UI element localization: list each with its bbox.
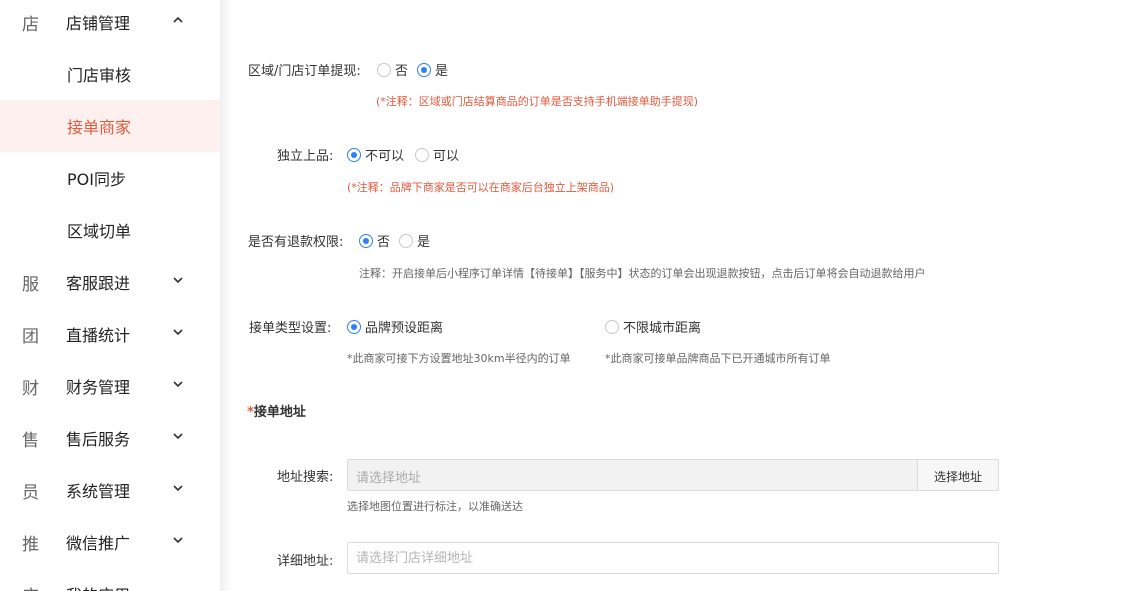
refund-label: 是否有退款权限: (248, 235, 344, 250)
section-title-text: 接单地址 (253, 405, 306, 420)
chevron-down-icon (172, 378, 184, 390)
address-search-input[interactable]: 请选择地址 (347, 459, 918, 491)
promo-icon: 推 (22, 535, 39, 555)
finance-icon: 财 (22, 379, 39, 399)
radio-circle (347, 147, 361, 162)
order-type-note-unlimited: *此商家可接单品牌商品下已开通城市所有订单 (605, 352, 831, 365)
sidebar-item-label: 区域切单 (67, 222, 132, 241)
menu-group-live-stats[interactable]: 团 直播统计 (0, 308, 220, 360)
refund-note: 注释：开启接单后小程序订单详情【待接单】【服务中】状态的订单会出现退款按钮，点击… (359, 267, 926, 280)
menu-group-label: 微信推广 (66, 534, 131, 553)
radio-label: 否 (395, 64, 409, 79)
radio-label: 是 (417, 235, 431, 250)
menu-group-label: 客服跟进 (66, 274, 131, 293)
menu-group-finance[interactable]: 财 财务管理 (0, 360, 220, 412)
menu-group-label: 系统管理 (66, 482, 131, 501)
chevron-down-icon (172, 430, 184, 442)
independent-radio-yes[interactable]: 可以 (415, 145, 459, 164)
radio-circle (399, 233, 413, 248)
address-search-hint: 选择地图位置进行标注，以准确送达 (347, 500, 523, 513)
sidebar-item-region-switch[interactable]: 区域切单 (0, 204, 220, 256)
withdraw-radio-no[interactable]: 否 (377, 60, 408, 79)
menu-group-my-apps[interactable]: 应 我的应用 (0, 568, 220, 591)
group-icon: 团 (22, 327, 39, 347)
order-type-radio-unlimited[interactable]: 不限城市距离 (605, 317, 701, 336)
sidebar-item-order-merchant[interactable]: 接单商家 (0, 100, 220, 152)
chevron-down-icon (172, 326, 184, 338)
select-address-button[interactable]: 选择地址 (918, 459, 999, 491)
sidebar-divider (220, 0, 232, 591)
menu-group-customer-service[interactable]: 服 客服跟进 (0, 256, 220, 308)
menu-group-system[interactable]: 员 系统管理 (0, 464, 220, 516)
address-section-title: *接单地址 (247, 401, 306, 420)
radio-label: 品牌预设距离 (365, 321, 444, 336)
address-search-label: 地址搜索: (277, 470, 334, 485)
sidebar-item-label: 门店审核 (67, 66, 132, 85)
radio-label: 是 (435, 64, 449, 79)
radio-circle (347, 319, 361, 334)
radio-circle (415, 147, 429, 162)
radio-circle (359, 233, 373, 248)
main-content: 区域/门店订单提现: 否 是 (*注释：区域或门店结算商品的订单是否支持手机端接… (232, 0, 1148, 591)
order-type-note-preset: *此商家可接下方设置地址30km半径内的订单 (347, 352, 571, 365)
menu-group-label: 财务管理 (66, 378, 131, 397)
withdraw-radio-yes[interactable]: 是 (417, 60, 448, 79)
radio-label: 不限城市距离 (623, 321, 702, 336)
chevron-down-icon (172, 534, 184, 546)
after-sales-icon: 售 (22, 431, 39, 451)
chevron-down-icon (172, 274, 184, 286)
independent-label: 独立上品: (277, 149, 334, 164)
refund-radio-no[interactable]: 否 (359, 231, 390, 250)
radio-label: 可以 (433, 149, 460, 164)
menu-group-label: 直播统计 (66, 326, 131, 345)
chevron-down-icon (172, 482, 184, 494)
required-mark: * (247, 405, 254, 420)
apps-icon: 应 (22, 582, 39, 591)
menu-group-label: 我的应用 (66, 582, 130, 591)
menu-group-label: 店铺管理 (66, 14, 131, 33)
radio-circle (605, 319, 619, 334)
store-icon: 店 (22, 15, 39, 35)
detail-address-input[interactable] (347, 542, 999, 574)
service-icon: 服 (22, 275, 39, 295)
menu-group-after-sales[interactable]: 售 售后服务 (0, 412, 220, 464)
refund-radio-yes[interactable]: 是 (399, 231, 430, 250)
radio-circle (417, 62, 431, 77)
order-type-radio-preset[interactable]: 品牌预设距离 (347, 317, 443, 336)
sidebar-item-poi-sync[interactable]: POI同步 (0, 152, 220, 204)
radio-circle (377, 62, 391, 77)
menu-group-store[interactable]: 店 店铺管理 (0, 0, 220, 48)
menu-group-label: 售后服务 (66, 430, 131, 449)
sidebar-item-store-review[interactable]: 门店审核 (0, 48, 220, 100)
sidebar-item-label: POI同步 (67, 170, 126, 189)
detail-address-label: 详细地址: (277, 554, 334, 569)
radio-label: 不可以 (365, 149, 405, 164)
radio-label: 否 (377, 235, 391, 250)
sidebar-item-label: 接单商家 (67, 118, 132, 137)
menu-group-wechat-promo[interactable]: 推 微信推广 (0, 516, 220, 568)
staff-icon: 员 (22, 483, 39, 503)
withdraw-note: (*注释：区域或门店结算商品的订单是否支持手机端接单助手提现) (376, 95, 699, 108)
chevron-up-icon (172, 14, 184, 26)
sidebar: 店 店铺管理 门店审核 接单商家 POI同步 区域切单 服 客服跟进 团 直播统… (0, 0, 220, 591)
independent-radio-no[interactable]: 不可以 (347, 145, 404, 164)
independent-note: (*注释：品牌下商家是否可以在商家后台独立上架商品) (347, 181, 615, 194)
order-type-label: 接单类型设置: (249, 321, 332, 336)
withdraw-label: 区域/门店订单提现: (248, 64, 361, 79)
